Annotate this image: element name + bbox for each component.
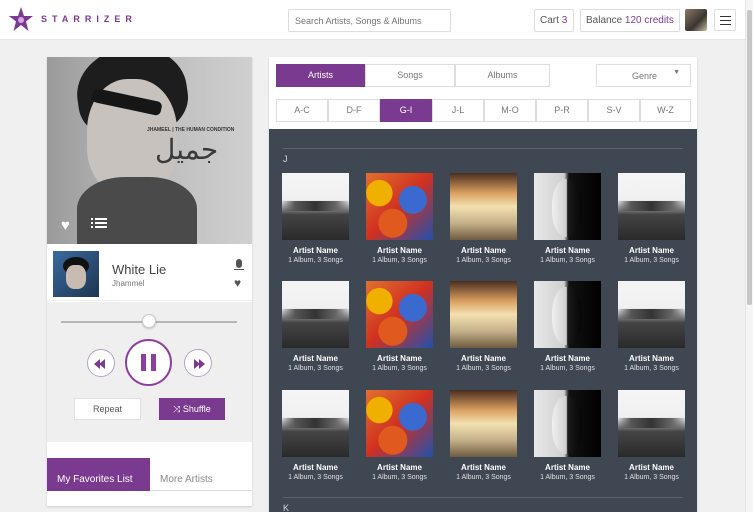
- player-panel: JHAMEEL | THE HUMAN CONDITION جميل ♥ Whi…: [47, 57, 252, 506]
- artist-grid: J Artist Name 1 Album, 3 Songs Artist Nam…: [269, 129, 697, 512]
- artist-card[interactable]: Artist Name 1 Album, 3 Songs: [282, 173, 349, 264]
- alpha-tab-a-c[interactable]: A-C: [276, 99, 328, 122]
- track-thumbnail: [53, 251, 99, 297]
- alpha-tab-s-v[interactable]: S-V: [588, 99, 640, 122]
- alpha-tab-d-f[interactable]: D-F: [328, 99, 380, 122]
- artist-card[interactable]: Artist Name 1 Album, 3 Songs: [282, 281, 349, 372]
- previous-button[interactable]: [87, 349, 115, 377]
- repeat-button[interactable]: Repeat: [74, 398, 141, 420]
- alpha-tab-g-i[interactable]: G-I: [380, 99, 432, 122]
- search-input[interactable]: [288, 9, 451, 32]
- tab-albums[interactable]: Albums: [455, 64, 550, 87]
- genre-dropdown[interactable]: Genre ▼: [596, 64, 691, 87]
- balance-label: Balance: [586, 15, 623, 26]
- artist-card[interactable]: Artist Name 1 Album, 3 Songs: [282, 390, 349, 481]
- track-title: White Lie: [112, 262, 167, 277]
- menu-button[interactable]: [714, 9, 736, 31]
- artist-card[interactable]: Artist Name 1 Album, 3 Songs: [450, 390, 517, 481]
- artist-card[interactable]: Artist Name 1 Album, 3 Songs: [366, 281, 433, 372]
- tab-favorites[interactable]: My Favorites List: [47, 458, 150, 491]
- heart-icon[interactable]: ♥: [61, 217, 70, 234]
- pause-button[interactable]: [125, 339, 172, 386]
- cart-label: Cart: [540, 15, 559, 26]
- list-icon[interactable]: [91, 217, 107, 229]
- balance-value: 120 credits: [624, 15, 674, 26]
- alpha-tab-m-o[interactable]: M-O: [484, 99, 536, 122]
- artist-card[interactable]: Artist Name 1 Album, 3 Songs: [534, 173, 601, 264]
- track-artist[interactable]: Jhammel: [112, 279, 144, 288]
- now-playing: White Lie Jhammel ♥: [47, 244, 252, 301]
- cart-count: 3: [561, 15, 568, 26]
- section-divider: [283, 497, 683, 498]
- balance-button[interactable]: Balance 120 credits: [580, 9, 680, 32]
- avatar[interactable]: [685, 9, 707, 31]
- alpha-tab-j-l[interactable]: J-L: [432, 99, 484, 122]
- artist-card[interactable]: Artist Name 1 Album, 3 Songs: [366, 390, 433, 481]
- alpha-tab-w-z[interactable]: W-Z: [640, 99, 691, 122]
- artist-card[interactable]: Artist Name 1 Album, 3 Songs: [366, 173, 433, 264]
- microphone-icon[interactable]: [234, 259, 244, 273]
- tab-songs[interactable]: Songs: [365, 64, 455, 87]
- tab-artists[interactable]: Artists: [276, 64, 365, 87]
- section-header-k: K: [283, 503, 290, 512]
- artist-card[interactable]: Artist Name 1 Album, 3 Songs: [534, 281, 601, 372]
- next-button[interactable]: [184, 349, 212, 377]
- scrollbar-thumb[interactable]: [747, 10, 752, 305]
- album-cover: JHAMEEL | THE HUMAN CONDITION جميل ♥: [47, 57, 252, 244]
- browser-panel: Artists Songs Albums Genre ▼ A-C D-F G-I…: [269, 57, 697, 512]
- shuffle-label: Shuffle: [182, 404, 211, 414]
- heart-icon[interactable]: ♥: [234, 276, 241, 290]
- scrollbar[interactable]: [745, 0, 753, 512]
- artist-card[interactable]: Artist Name 1 Album, 3 Songs: [618, 281, 685, 372]
- shuffle-button[interactable]: ⤨ Shuffle: [159, 398, 225, 420]
- artist-card[interactable]: Artist Name 1 Album, 3 Songs: [618, 390, 685, 481]
- cart-button[interactable]: Cart 3: [534, 9, 574, 32]
- player-tabs: My Favorites List More Artists: [47, 458, 252, 491]
- tab-more-artists[interactable]: More Artists: [160, 474, 213, 485]
- genre-label: Genre: [632, 71, 658, 81]
- artist-card[interactable]: Artist Name 1 Album, 3 Songs: [534, 390, 601, 481]
- shuffle-icon: ⤨: [173, 404, 181, 414]
- artist-card[interactable]: Artist Name 1 Album, 3 Songs: [450, 173, 517, 264]
- progress-knob[interactable]: [142, 314, 156, 328]
- caret-down-icon: ▼: [673, 69, 680, 76]
- alpha-tab-p-r[interactable]: P-R: [536, 99, 588, 122]
- player-controls: Repeat ⤨ Shuffle: [47, 302, 252, 442]
- star-logo-icon[interactable]: [8, 6, 34, 32]
- cover-arabic-text: جميل: [155, 133, 219, 166]
- section-divider: [283, 148, 683, 149]
- top-bar: STARRIZER Cart 3 Balance 120 credits: [0, 0, 745, 40]
- section-header-j: J: [283, 154, 288, 164]
- artist-card[interactable]: Artist Name 1 Album, 3 Songs: [618, 173, 685, 264]
- artist-card[interactable]: Artist Name 1 Album, 3 Songs: [450, 281, 517, 372]
- logo-text[interactable]: STARRIZER: [41, 14, 137, 24]
